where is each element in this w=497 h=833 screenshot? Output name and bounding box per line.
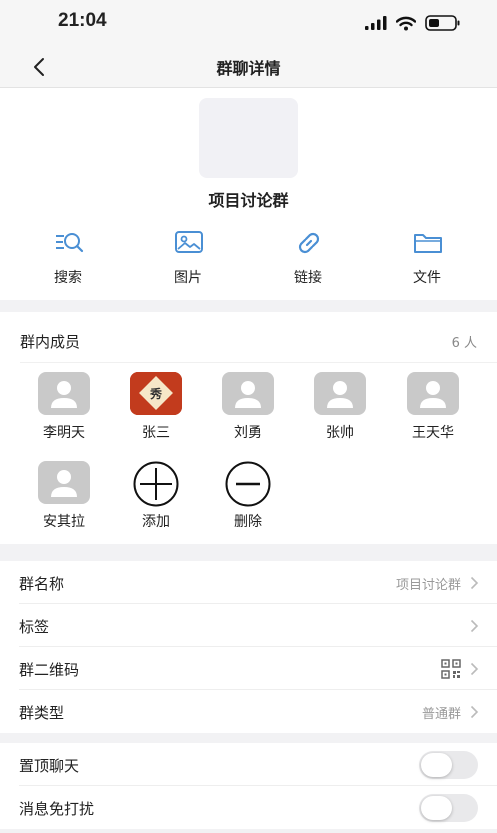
link-action-label: 链接 bbox=[294, 270, 322, 286]
group-type-row[interactable]: 群类型 普通群 bbox=[0, 690, 497, 733]
minus-circle-icon bbox=[225, 461, 271, 507]
group-name-label: 群名称 bbox=[19, 575, 65, 593]
group-name: 项目讨论群 bbox=[208, 191, 289, 210]
user-icon bbox=[327, 381, 353, 408]
user-icon bbox=[420, 381, 446, 408]
group-name-value: 项目讨论群 bbox=[395, 578, 461, 593]
status-bar: 21:04 bbox=[0, 0, 497, 46]
folder-icon bbox=[414, 234, 442, 253]
chevron-right-icon bbox=[470, 662, 479, 676]
qrcode-row[interactable]: 群二维码 bbox=[0, 647, 497, 690]
member-name: 张帅 bbox=[326, 425, 354, 441]
member-item[interactable]: 秀 张三 bbox=[120, 372, 192, 448]
add-member-label: 添加 bbox=[142, 514, 170, 530]
group-type-label: 群类型 bbox=[19, 704, 65, 722]
chevron-right-icon bbox=[470, 576, 479, 590]
group-type-value: 普通群 bbox=[421, 707, 461, 722]
file-action-label: 文件 bbox=[413, 270, 441, 286]
link-action-button[interactable]: 链接 bbox=[268, 228, 348, 288]
avatar bbox=[38, 372, 90, 415]
plus-circle-icon bbox=[133, 461, 179, 507]
group-header: 项目讨论群 搜索 图片 链接 文件 bbox=[0, 88, 497, 300]
svg-text:秀: 秀 bbox=[149, 386, 163, 401]
toggle-knob bbox=[421, 796, 452, 820]
pin-chat-label: 置顶聊天 bbox=[19, 757, 80, 775]
pin-chat-row: 置顶聊天 bbox=[0, 743, 497, 786]
settings-section: 群名称 项目讨论群 标签 群二维码 群类型 普通群 bbox=[0, 561, 497, 733]
battery-icon bbox=[425, 15, 460, 31]
user-icon bbox=[51, 470, 77, 497]
mute-label: 消息免打扰 bbox=[19, 800, 95, 818]
image-action-label: 图片 bbox=[174, 270, 202, 286]
qrcode-icon bbox=[441, 659, 461, 679]
members-title: 群内成员 bbox=[20, 333, 81, 351]
members-count: 6 人 bbox=[451, 336, 477, 351]
page-title: 群聊详情 bbox=[216, 59, 281, 78]
wifi-icon bbox=[396, 16, 416, 30]
member-name: 安其拉 bbox=[43, 514, 85, 530]
member-item[interactable]: 安其拉 bbox=[28, 461, 100, 537]
image-icon bbox=[175, 231, 203, 253]
search-action-label: 搜索 bbox=[54, 270, 82, 286]
toggle-knob bbox=[421, 753, 452, 777]
avatar-photo-icon: 秀 bbox=[130, 372, 182, 415]
mute-row: 消息免打扰 bbox=[0, 786, 497, 829]
member-name: 刘勇 bbox=[234, 425, 262, 441]
link-icon bbox=[298, 232, 320, 254]
signal-icon bbox=[365, 16, 387, 30]
search-action-button[interactable]: 搜索 bbox=[28, 228, 108, 288]
tags-label: 标签 bbox=[19, 618, 50, 636]
status-icons bbox=[365, 13, 461, 33]
group-name-row[interactable]: 群名称 项目讨论群 bbox=[0, 561, 497, 604]
avatar bbox=[314, 372, 366, 415]
divider bbox=[20, 362, 497, 363]
add-member-button[interactable]: 添加 bbox=[120, 461, 192, 537]
avatar bbox=[407, 372, 459, 415]
avatar bbox=[38, 461, 90, 504]
chevron-right-icon bbox=[470, 619, 479, 633]
image-action-button[interactable]: 图片 bbox=[148, 228, 228, 288]
member-name: 张三 bbox=[142, 425, 170, 441]
member-name: 李明天 bbox=[43, 425, 85, 441]
member-item[interactable]: 张帅 bbox=[304, 372, 376, 448]
quick-actions: 搜索 图片 链接 文件 bbox=[0, 228, 497, 288]
remove-member-button[interactable]: 删除 bbox=[212, 461, 284, 537]
group-avatar[interactable] bbox=[199, 98, 298, 178]
toggles-section: 置顶聊天 消息免打扰 bbox=[0, 743, 497, 829]
file-action-button[interactable]: 文件 bbox=[387, 228, 467, 288]
tags-row[interactable]: 标签 bbox=[0, 604, 497, 647]
remove-member-label: 删除 bbox=[234, 514, 262, 530]
user-icon bbox=[235, 381, 261, 408]
avatar: 秀 bbox=[130, 372, 182, 415]
mute-toggle[interactable] bbox=[419, 794, 478, 822]
user-icon bbox=[51, 381, 77, 408]
member-item[interactable]: 李明天 bbox=[28, 372, 100, 448]
navbar: 群聊详情 bbox=[0, 46, 497, 88]
search-icon bbox=[56, 233, 84, 253]
qrcode-label: 群二维码 bbox=[19, 661, 80, 679]
avatar bbox=[222, 372, 274, 415]
chevron-right-icon bbox=[470, 705, 479, 719]
member-item[interactable]: 刘勇 bbox=[212, 372, 284, 448]
status-time: 21:04 bbox=[58, 10, 107, 31]
member-item[interactable]: 王天华 bbox=[397, 372, 469, 448]
members-section: 群内成员 6 人 李明天 秀 张三 刘勇 张帅 王天华 安其拉 添加 删除 bbox=[0, 312, 497, 544]
pin-chat-toggle[interactable] bbox=[419, 751, 478, 779]
member-name: 王天华 bbox=[412, 425, 454, 441]
